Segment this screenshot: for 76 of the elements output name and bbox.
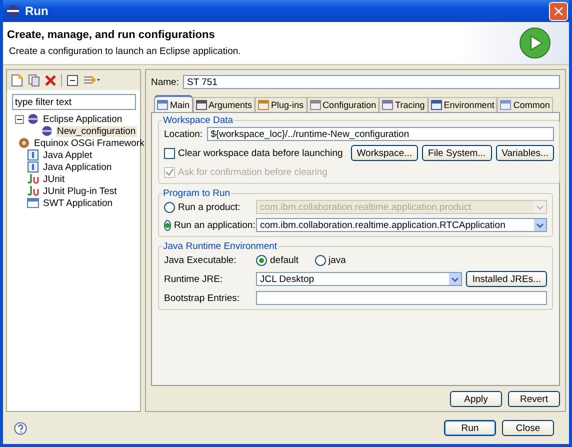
radio-label: java xyxy=(328,254,346,266)
tree-item[interactable]: Java Applet xyxy=(42,150,94,160)
window-icon xyxy=(310,100,321,110)
browse-button[interactable]: File System... xyxy=(422,145,492,161)
panel-button[interactable]: Revert xyxy=(508,391,560,407)
header-description: Create a configuration to launch an Eclipse application. xyxy=(8,46,242,57)
tab[interactable]: Main xyxy=(154,95,193,112)
tree-item[interactable]: New_configuration xyxy=(56,126,137,136)
window-icon xyxy=(382,100,394,110)
gear-icon xyxy=(18,137,30,149)
header-title: Create, manage, and run configurations xyxy=(7,29,216,41)
browse-button[interactable]: Workspace... xyxy=(350,145,418,161)
radio-button[interactable] xyxy=(164,220,171,230)
checkbox[interactable] xyxy=(164,148,175,158)
window-icon xyxy=(27,197,39,209)
tab[interactable]: Environment xyxy=(428,97,498,112)
window-icon xyxy=(258,100,270,110)
eclipse-icon xyxy=(41,125,53,137)
executable-label: Java Executable: xyxy=(164,254,238,266)
java-file-icon xyxy=(27,161,39,173)
java-file-icon xyxy=(27,149,39,161)
tab[interactable]: Plug-ins xyxy=(255,97,307,112)
radio-label: Run a product: xyxy=(178,202,240,212)
window-icon xyxy=(196,100,207,110)
collapse-toggle[interactable] xyxy=(15,114,24,124)
group-title: Program to Run xyxy=(162,188,232,199)
jre-dropdown[interactable]: JCL Desktop xyxy=(256,272,462,286)
radio-button[interactable] xyxy=(164,202,175,212)
help-icon[interactable] xyxy=(14,422,27,434)
group-title: Workspace Data xyxy=(162,115,234,126)
eclipse-icon xyxy=(6,4,20,18)
application-dropdown[interactable]: com.ibm.collaboration.realtime.application.RTCApplication xyxy=(256,218,547,232)
collapse-icon[interactable] xyxy=(67,74,78,86)
installed-jres-button[interactable]: Installed JREs... xyxy=(466,271,547,287)
tab[interactable]: Arguments xyxy=(192,97,256,112)
radio-button[interactable] xyxy=(256,254,267,266)
tab[interactable]: Common xyxy=(497,97,553,112)
run-icon xyxy=(519,27,551,59)
group-title: Java Runtime Environment xyxy=(162,241,278,252)
dialog-button[interactable]: Close xyxy=(502,420,554,436)
tree-item[interactable]: JUnit xyxy=(42,174,66,184)
close-button[interactable]: × xyxy=(549,2,568,20)
delete-icon[interactable] xyxy=(45,74,56,86)
new-icon[interactable] xyxy=(11,74,23,86)
radio-button[interactable] xyxy=(314,254,326,266)
window-icon xyxy=(157,100,168,110)
location-field[interactable]: ${workspace_loc}/../runtime-New_configuration xyxy=(206,127,554,141)
filter-icon[interactable] xyxy=(83,74,101,86)
name-label: Name: xyxy=(151,76,179,88)
tab[interactable]: Configuration xyxy=(306,97,380,112)
filter-field[interactable]: type filter text xyxy=(12,94,136,110)
window-icon xyxy=(500,100,512,110)
radio-label: default xyxy=(270,254,299,266)
tree-item[interactable]: Java Application xyxy=(42,162,113,172)
tree-item[interactable]: Equinox OSGi Framework xyxy=(33,138,146,148)
browse-button[interactable]: Variables... xyxy=(496,145,554,161)
duplicate-icon[interactable] xyxy=(28,74,40,86)
eclipse-icon xyxy=(27,113,39,125)
bootstrap-label: Bootstrap Entries: xyxy=(164,292,241,304)
junit-icon xyxy=(27,185,39,197)
checkbox-label: Clear workspace data before launching xyxy=(178,148,343,158)
window-icon xyxy=(430,100,442,110)
name-field[interactable]: ST 751 xyxy=(182,75,560,89)
dialog-button[interactable]: Run xyxy=(444,420,496,436)
tree-item[interactable]: Eclipse Application xyxy=(42,114,124,124)
tree-item[interactable]: JUnit Plug-in Test xyxy=(42,186,118,196)
radio-label: Run an application: xyxy=(174,220,256,230)
window-title: Run xyxy=(25,4,50,18)
checkbox-label: Ask for confirmation before clearing xyxy=(178,166,328,178)
bootstrap-field[interactable] xyxy=(256,291,547,305)
tab[interactable]: Tracing xyxy=(379,97,428,112)
runtime-jre-label: Runtime JRE: xyxy=(164,274,224,284)
panel-button[interactable]: Apply xyxy=(450,391,502,407)
junit-icon xyxy=(27,173,39,185)
location-label: Location: xyxy=(164,128,203,140)
tree-item[interactable]: SWT Application xyxy=(42,198,114,208)
